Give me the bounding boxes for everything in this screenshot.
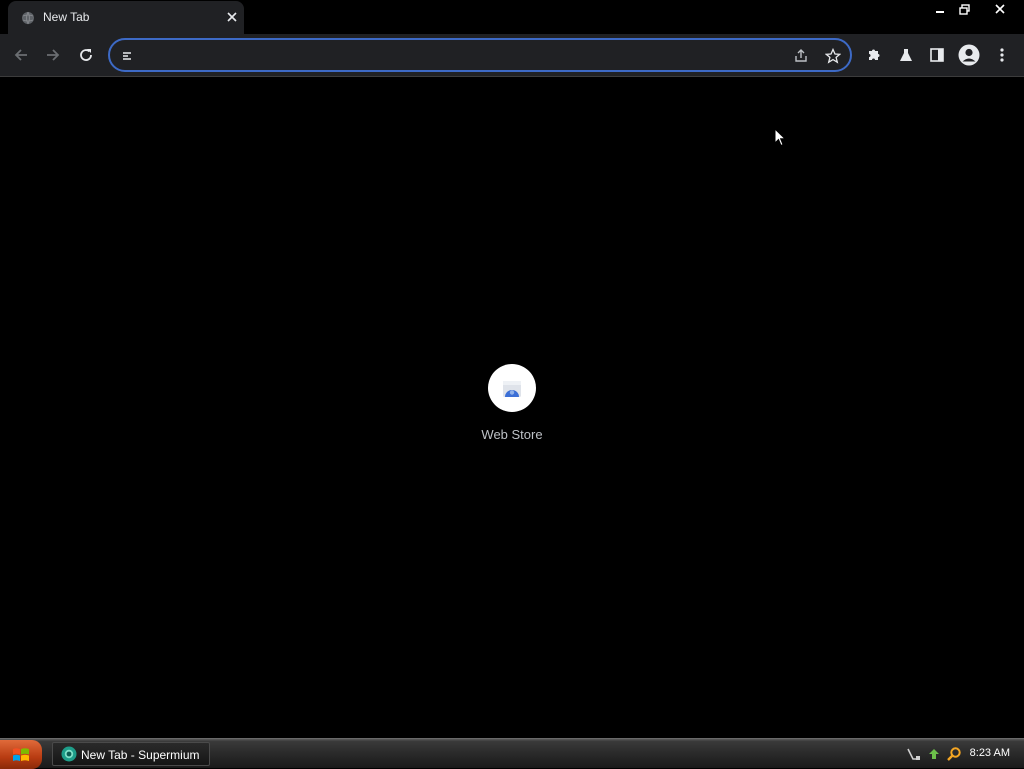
minimize-icon[interactable] <box>928 0 952 18</box>
shortcut-label: Web Store <box>481 427 543 442</box>
taskbar-item-supermium[interactable]: New Tab - Supermium <box>52 742 210 766</box>
profile-avatar-icon[interactable] <box>958 44 980 66</box>
supermium-icon <box>61 746 77 762</box>
browser-window: New Tab Web Store <box>0 0 1024 738</box>
star-icon[interactable] <box>824 47 842 65</box>
puzzle-icon[interactable] <box>863 44 885 66</box>
back-arrow-icon[interactable] <box>10 44 32 66</box>
system-tray: 8:23 AM <box>900 739 1024 769</box>
address-input[interactable] <box>140 46 780 64</box>
tab-new-tab[interactable]: New Tab <box>8 1 244 34</box>
restore-icon[interactable] <box>952 0 976 18</box>
clock[interactable]: 8:23 AM <box>970 747 1010 759</box>
tab-strip: New Tab <box>0 0 1024 34</box>
update-icon[interactable] <box>926 746 942 762</box>
share-icon[interactable] <box>792 47 810 65</box>
web-store-icon <box>488 364 536 412</box>
tab-title: New Tab <box>43 10 90 24</box>
kebab-menu-icon[interactable] <box>991 44 1013 66</box>
network-icon[interactable] <box>906 746 922 762</box>
search-icon[interactable] <box>946 746 962 762</box>
flask-icon[interactable] <box>895 44 917 66</box>
side-panel-icon[interactable] <box>926 44 948 66</box>
taskbar-item-label: New Tab - Supermium <box>81 748 200 762</box>
mouse-cursor-icon <box>774 127 787 151</box>
new-tab-page: Web Store <box>0 78 1024 738</box>
omnibox[interactable] <box>108 38 852 72</box>
close-icon[interactable] <box>224 9 240 25</box>
forward-arrow-icon[interactable] <box>42 44 64 66</box>
taskbar: New Tab - Supermium 8:23 AM <box>0 738 1024 769</box>
site-info-icon[interactable] <box>118 47 136 65</box>
reload-icon[interactable] <box>75 44 97 66</box>
start-button[interactable] <box>0 740 42 769</box>
toolbar <box>0 34 1024 77</box>
globe-icon <box>21 10 35 25</box>
window-close-icon[interactable] <box>976 0 1024 18</box>
window-controls <box>928 0 1024 18</box>
shortcut-web-store[interactable]: Web Store <box>472 364 552 448</box>
